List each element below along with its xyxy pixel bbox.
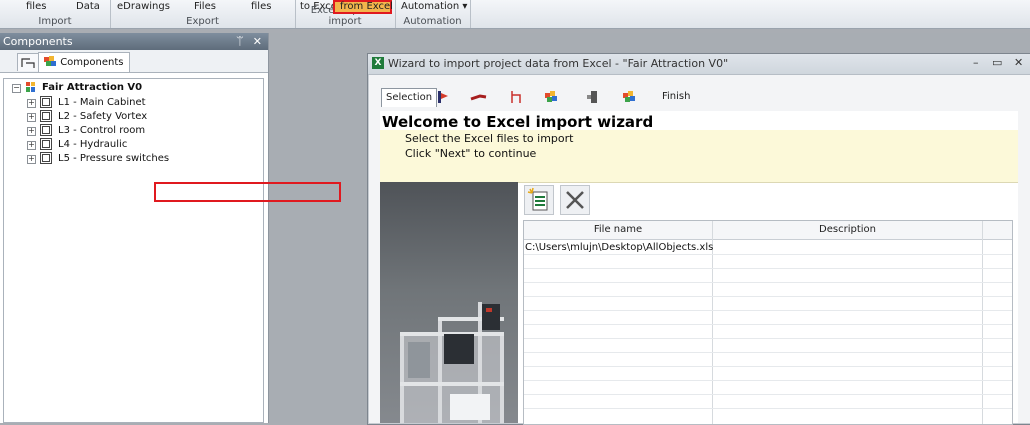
tab-navigator[interactable] bbox=[17, 53, 39, 71]
collapse-icon[interactable]: − bbox=[12, 84, 21, 93]
panel-tabs: Components bbox=[0, 50, 268, 73]
maximize-icon[interactable]: ▭ bbox=[992, 56, 1002, 69]
components-panel: Components ᛠ ✕ Components − Fair Attract… bbox=[0, 33, 269, 423]
delete-icon bbox=[566, 191, 584, 209]
expand-icon[interactable]: + bbox=[27, 127, 36, 136]
tab-selection-label: Selection bbox=[386, 92, 433, 103]
tab-step-4[interactable] bbox=[544, 90, 558, 108]
import-wizard-window: X Wizard to import project data from Exc… bbox=[367, 53, 1030, 425]
expand-icon[interactable]: + bbox=[27, 141, 36, 150]
row-line bbox=[524, 282, 1012, 283]
excel-icon: X bbox=[372, 57, 384, 69]
tab-step-1[interactable] bbox=[436, 90, 450, 108]
tree-item-label: L3 - Control room bbox=[58, 125, 146, 136]
export-files-2-button[interactable]: files bbox=[251, 1, 271, 12]
from-excel-highlight: from Excel bbox=[333, 0, 393, 14]
row-line bbox=[524, 324, 1012, 325]
project-icon bbox=[26, 82, 35, 92]
row-line bbox=[524, 268, 1012, 269]
column-header-blank bbox=[983, 221, 1012, 240]
cabinet-icon bbox=[40, 138, 52, 150]
ribbon: files Data Import eDrawings Files files … bbox=[0, 0, 1030, 29]
wire-icon bbox=[511, 91, 521, 103]
component-tree: − Fair Attraction V0 + L1 - Main Cabinet… bbox=[3, 78, 264, 423]
row-line bbox=[524, 408, 1012, 409]
wizard-body: Welcome to Excel import wizard Select th… bbox=[380, 111, 1018, 425]
expand-icon[interactable]: + bbox=[27, 155, 36, 164]
ribbon-group-automation: Automation ▾ Automation bbox=[395, 0, 471, 28]
tab-step-3[interactable] bbox=[510, 90, 524, 108]
ribbon-group-export: eDrawings Files files Export bbox=[110, 0, 296, 28]
tree-item-label: L1 - Main Cabinet bbox=[58, 96, 146, 109]
expand-icon[interactable]: + bbox=[27, 99, 36, 108]
wizard-tabs: Selection Finish bbox=[378, 88, 1028, 108]
wizard-title: Wizard to import project data from Excel… bbox=[388, 57, 729, 70]
instruction-line-1: Select the Excel files to import bbox=[405, 132, 574, 145]
navigator-icon bbox=[21, 58, 35, 68]
row-line bbox=[524, 366, 1012, 367]
machine-illustration bbox=[380, 182, 518, 423]
close-icon[interactable]: ✕ bbox=[1014, 56, 1023, 69]
file-table: File name Description C:\Users\mlujn\Des… bbox=[523, 220, 1013, 425]
from-excel-button[interactable]: from Excel bbox=[340, 1, 393, 12]
cabinet-icon bbox=[40, 124, 52, 136]
instructions-band: Select the Excel files to import Click "… bbox=[380, 130, 1018, 183]
row-line bbox=[524, 338, 1012, 339]
ribbon-group-label: Automation bbox=[403, 16, 462, 27]
row-line bbox=[524, 254, 1012, 255]
close-icon[interactable]: ✕ bbox=[253, 35, 262, 48]
machine-frame-image bbox=[400, 302, 504, 423]
wizard-heading: Welcome to Excel import wizard bbox=[382, 113, 654, 131]
instruction-line-2: Click "Next" to continue bbox=[405, 147, 537, 160]
cabinet-icon bbox=[40, 110, 52, 122]
row-line bbox=[524, 394, 1012, 395]
tab-selection[interactable]: Selection bbox=[381, 88, 438, 107]
tree-item-label: L2 - Safety Vortex bbox=[58, 111, 148, 122]
export-edrawings-button[interactable]: eDrawings bbox=[117, 1, 170, 12]
row-line bbox=[524, 352, 1012, 353]
expand-icon[interactable]: + bbox=[27, 113, 36, 122]
automation-button[interactable]: Automation ▾ bbox=[401, 1, 467, 12]
column-header-file-name[interactable]: File name bbox=[524, 221, 712, 240]
panel-title-bar: Components ᛠ ✕ bbox=[0, 33, 268, 50]
row-line bbox=[524, 310, 1012, 311]
column-header-description[interactable]: Description bbox=[713, 221, 982, 240]
ribbon-group-label: Import bbox=[38, 16, 72, 27]
components-icon bbox=[44, 56, 56, 66]
panel-title: Components bbox=[3, 35, 73, 48]
cable-icon bbox=[470, 94, 487, 101]
minimize-icon[interactable]: – bbox=[973, 56, 979, 69]
tab-finish[interactable]: Finish bbox=[662, 88, 690, 106]
ribbon-group-label: Export bbox=[186, 16, 219, 27]
tree-item-label: L5 - Pressure switches bbox=[58, 153, 170, 164]
structure-icon bbox=[438, 91, 448, 103]
wizard-title-bar[interactable]: X Wizard to import project data from Exc… bbox=[368, 54, 1030, 75]
ribbon-group-import: files Data Import bbox=[0, 0, 111, 28]
tree-item-label: L4 - Hydraulic bbox=[58, 139, 128, 150]
tab-components-label: Components bbox=[60, 57, 124, 68]
remove-file-button[interactable] bbox=[560, 185, 590, 215]
file-row-highlight bbox=[154, 182, 341, 202]
import-files-button[interactable]: files bbox=[26, 1, 46, 12]
export-files-button[interactable]: Files bbox=[194, 1, 216, 12]
pin-icon[interactable]: ᛠ bbox=[237, 35, 244, 48]
tab-components[interactable]: Components bbox=[38, 52, 131, 72]
add-file-button[interactable] bbox=[524, 185, 554, 215]
tab-step-6[interactable] bbox=[622, 90, 636, 108]
import-data-button[interactable]: Data bbox=[76, 1, 100, 12]
components-icon bbox=[623, 91, 635, 102]
tab-finish-label: Finish bbox=[662, 91, 691, 102]
cabinet-icon bbox=[40, 152, 52, 164]
tab-step-5[interactable] bbox=[586, 90, 600, 108]
row-line bbox=[524, 296, 1012, 297]
add-excel-file-icon bbox=[527, 187, 548, 211]
cabinet-icon bbox=[40, 96, 52, 108]
file-name-cell[interactable]: C:\Users\mlujn\Desktop\AllObjects.xls bbox=[525, 241, 713, 254]
tab-step-2[interactable] bbox=[470, 90, 488, 108]
row-line bbox=[524, 380, 1012, 381]
components-icon bbox=[545, 91, 557, 102]
connector-icon bbox=[587, 91, 597, 103]
tree-root-label: Fair Attraction V0 bbox=[42, 82, 143, 93]
